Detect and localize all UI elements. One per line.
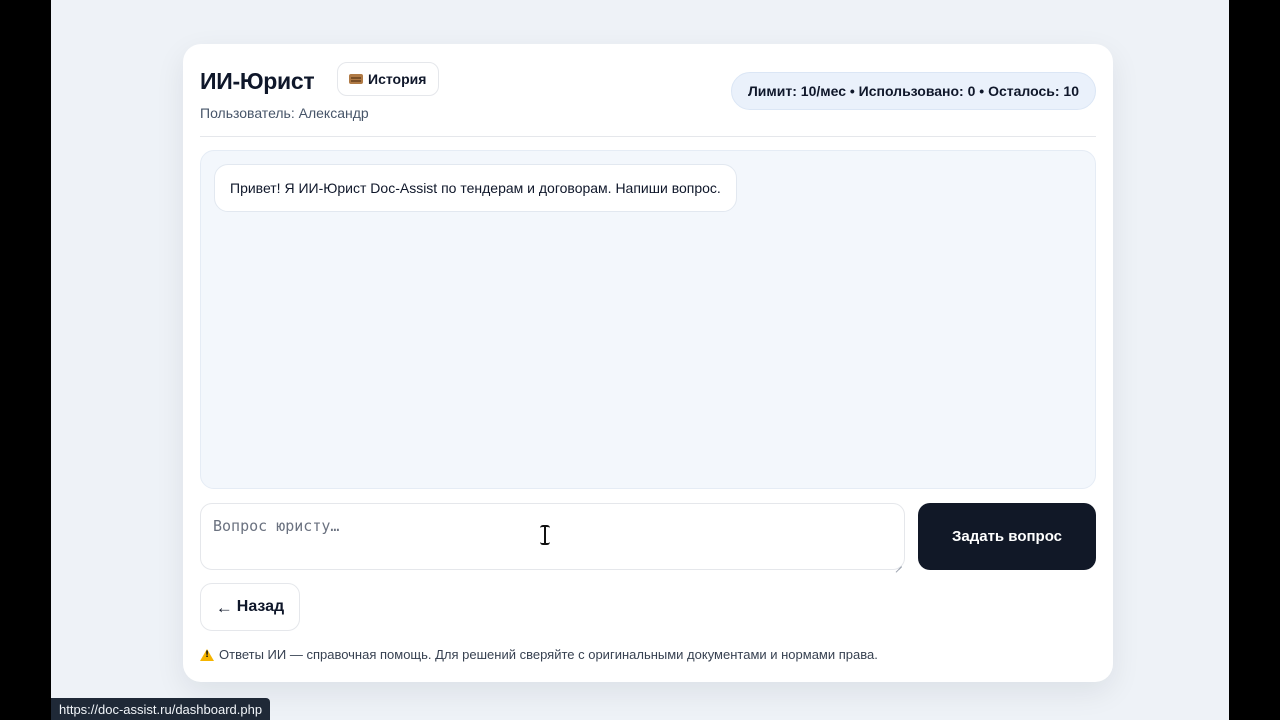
user-label: Пользователь: (200, 105, 295, 121)
disclaimer: Ответы ИИ — справочная помощь. Для решен… (200, 647, 878, 662)
chat-header: ИИ-Юрист История Пользователь: Александр… (200, 62, 1096, 137)
history-button-label: История (368, 71, 427, 87)
arrow-left-icon: ← (215, 597, 233, 617)
history-button[interactable]: История (337, 62, 440, 96)
assistant-message-bubble: Привет! Я ИИ-Юрист Doc-Assist по тендера… (214, 164, 737, 212)
usage-limit-badge: Лимит: 10/мес • Использовано: 0 • Остало… (730, 72, 1096, 110)
chat-messages-area[interactable]: Привет! Я ИИ-Юрист Doc-Assist по тендера… (200, 150, 1096, 489)
resize-handle-icon[interactable] (894, 559, 902, 567)
question-input-wrapper (200, 503, 905, 570)
browser-status-url: https://doc-assist.ru/dashboard.php (51, 698, 271, 720)
scroll-icon (349, 73, 363, 85)
chat-card: ИИ-Юрист История Пользователь: Александр… (183, 44, 1113, 682)
warning-icon (200, 648, 214, 661)
browser-viewport: ИИ-Юрист История Пользователь: Александр… (51, 0, 1229, 720)
question-input[interactable] (201, 504, 904, 569)
back-button[interactable]: ← Назад (200, 583, 300, 631)
page-title: ИИ-Юрист (200, 68, 315, 94)
user-info: Пользователь: Александр (200, 105, 369, 121)
back-button-label: Назад (236, 598, 285, 615)
text-cursor-icon (540, 525, 550, 545)
user-name: Александр (298, 105, 369, 121)
ask-question-button[interactable]: Задать вопрос (918, 503, 1096, 570)
disclaimer-text: Ответы ИИ — справочная помощь. Для решен… (219, 647, 878, 662)
